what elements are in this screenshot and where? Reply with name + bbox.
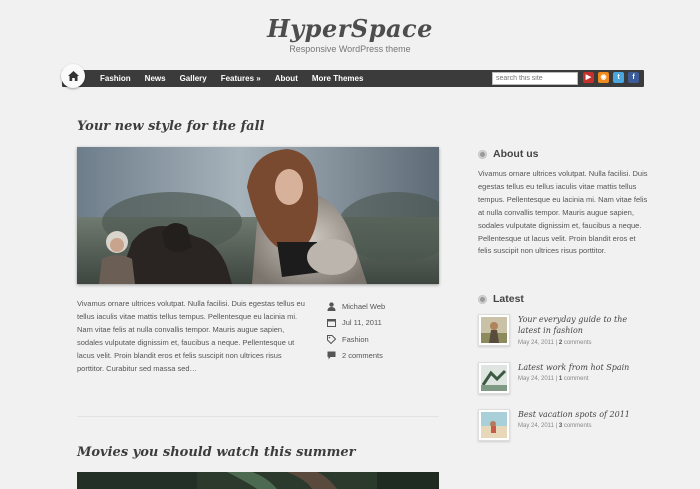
site-logo[interactable]: HyperSpace	[0, 14, 700, 43]
nav-menu: Fashion News Gallery Features » About Mo…	[100, 70, 377, 87]
widget-latest-title: Latest	[478, 293, 524, 305]
latest-item[interactable]: Latest work from hot Spain May 24, 2011 …	[478, 362, 648, 400]
meta-category: Fashion	[326, 331, 385, 348]
latest-item[interactable]: Best vacation spots of 2011 May 24, 2011…	[478, 409, 648, 447]
nav-item-more-themes[interactable]: More Themes	[312, 70, 364, 87]
widget-about-title: About us	[478, 148, 539, 160]
calendar-icon	[326, 318, 336, 328]
post-date: Jul 11, 2011	[342, 318, 382, 328]
latest-sep: |	[555, 340, 558, 346]
nav-item-news[interactable]: News	[145, 70, 166, 87]
featured-image-2[interactable]	[77, 472, 439, 489]
post-title[interactable]: Your new style for the fall	[77, 119, 264, 134]
latest-comments-word[interactable]: comments	[564, 340, 592, 346]
meta-date: Jul 11, 2011	[326, 315, 385, 332]
latest-meta: May 24, 2011 | 2 comments	[518, 340, 592, 346]
post-author[interactable]: Michael Web	[342, 302, 385, 311]
latest-comments-word[interactable]: comment	[564, 376, 589, 382]
user-icon	[326, 301, 336, 311]
latest-date: May 24, 2011	[518, 376, 554, 382]
site-tagline: Responsive WordPress theme	[289, 44, 411, 54]
bullet-icon	[478, 294, 487, 304]
post-meta: Michael Web Jul 11, 2011 Fashion 2 comme…	[326, 298, 385, 364]
meta-author: Michael Web	[326, 298, 385, 315]
post-title-2[interactable]: Movies you should watch this summer	[77, 445, 355, 460]
latest-thumb[interactable]	[478, 314, 510, 346]
bullet-icon	[478, 149, 487, 159]
latest-item[interactable]: Your everyday guide to the latest in fas…	[478, 314, 648, 352]
social-links: ▶ ◉ t f	[583, 72, 643, 83]
latest-comments-count[interactable]: 1	[559, 376, 562, 382]
search-input[interactable]	[492, 72, 578, 85]
latest-date: May 24, 2011	[518, 340, 554, 346]
about-text: Vivamus ornare ultrices volutpat. Nulla …	[478, 169, 648, 256]
nav-item-fashion[interactable]: Fashion	[100, 70, 131, 87]
nav-item-features[interactable]: Features »	[221, 70, 261, 87]
home-button[interactable]	[61, 64, 85, 88]
nav-item-about[interactable]: About	[275, 70, 298, 87]
facebook-icon[interactable]: f	[628, 72, 639, 83]
latest-title-text: Latest	[493, 293, 524, 305]
meta-comments: 2 comments	[326, 348, 385, 365]
home-icon	[67, 71, 79, 81]
post-category[interactable]: Fashion	[342, 335, 369, 344]
about-title-text: About us	[493, 148, 539, 160]
latest-comments-word[interactable]: comments	[564, 423, 592, 429]
latest-meta: May 24, 2011 | 3 comments	[518, 423, 592, 429]
latest-thumb[interactable]	[478, 362, 510, 394]
latest-sep: |	[555, 423, 558, 429]
site-header: HyperSpace Responsive WordPress theme	[0, 0, 700, 70]
latest-title[interactable]: Best vacation spots of 2011	[518, 409, 648, 420]
twitter-icon[interactable]: t	[613, 72, 624, 83]
nav-item-gallery[interactable]: Gallery	[180, 70, 207, 87]
latest-sep: |	[555, 376, 558, 382]
post-divider	[77, 416, 439, 417]
tag-icon	[326, 334, 336, 344]
fashion-photo	[77, 147, 439, 284]
latest-date: May 24, 2011	[518, 423, 554, 429]
latest-meta: May 24, 2011 | 1 comment	[518, 376, 589, 382]
latest-title[interactable]: Your everyday guide to the latest in fas…	[518, 314, 648, 336]
movie-photo	[77, 472, 439, 489]
latest-title[interactable]: Latest work from hot Spain	[518, 362, 648, 373]
featured-image[interactable]	[77, 147, 439, 284]
rss-icon[interactable]: ◉	[598, 72, 609, 83]
post-excerpt: Vivamus ornare ultrices volutpat. Nulla …	[77, 299, 305, 373]
latest-comments-count[interactable]: 2	[559, 340, 562, 346]
comment-icon	[326, 351, 336, 361]
youtube-icon[interactable]: ▶	[583, 72, 594, 83]
latest-comments-count[interactable]: 3	[559, 423, 562, 429]
latest-thumb[interactable]	[478, 409, 510, 441]
post-comments[interactable]: 2 comments	[342, 351, 383, 360]
